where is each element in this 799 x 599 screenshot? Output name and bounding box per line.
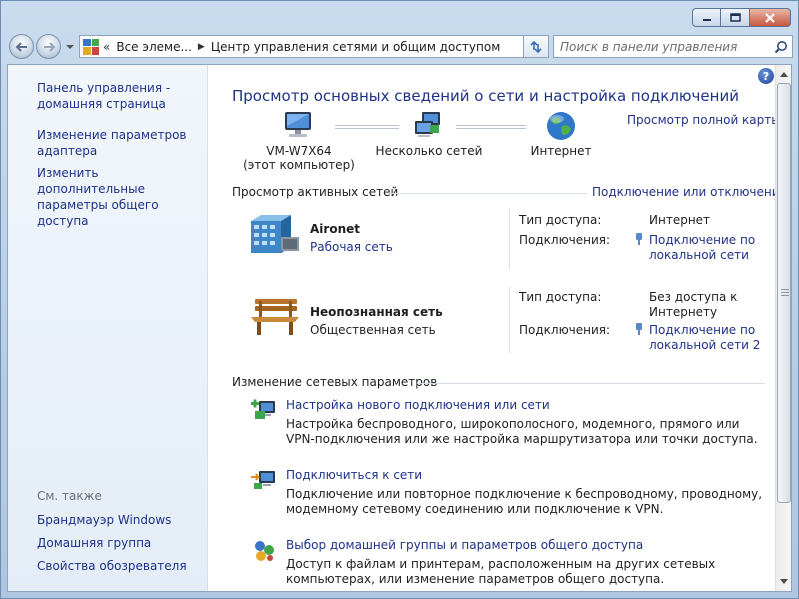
- link-windows-firewall[interactable]: Брандмауэр Windows: [37, 512, 205, 528]
- arrow-right-icon: [43, 41, 55, 52]
- new-connection-icon: [251, 399, 275, 419]
- task-setup-connection-link[interactable]: Настройка нового подключения или сети: [286, 398, 550, 412]
- arrow-up-icon: [780, 71, 788, 77]
- active-networks-header: Просмотр активных сетей: [232, 185, 399, 199]
- access-type-label: Тип доступа:: [519, 290, 602, 304]
- homegroup-sharing-icon: [255, 541, 274, 561]
- link-change-adapter-settings[interactable]: Изменение параметров адаптера: [37, 127, 205, 159]
- task-homegroup-link[interactable]: Выбор домашней группы и параметров общег…: [286, 538, 643, 552]
- forward-button[interactable]: [36, 34, 61, 59]
- close-icon: [765, 12, 775, 23]
- access-type-value: Без доступа к Интернету: [649, 290, 738, 319]
- breadcrumb-separator-icon[interactable]: ▶: [198, 42, 205, 52]
- ethernet-plug-icon: [636, 323, 642, 335]
- link-internet-options[interactable]: Свойства обозревателя: [37, 558, 205, 574]
- window: « Все элеме... ▶ Центр управления сетями…: [0, 0, 799, 599]
- change-settings-header: Изменение сетевых параметров: [232, 375, 438, 389]
- help-button[interactable]: ?: [758, 68, 774, 84]
- map-node-internet[interactable]: Интернет: [511, 110, 611, 158]
- map-node-multiple-networks[interactable]: Несколько сетей: [374, 110, 484, 158]
- arrow-left-icon: [15, 41, 27, 52]
- page-title: Просмотр основных сведений о сети и наст…: [232, 87, 739, 105]
- search-icon[interactable]: [770, 40, 792, 54]
- breadcrumb-network-center[interactable]: Центр управления сетями и общим доступом: [211, 40, 500, 54]
- internet-label: Интернет: [530, 144, 592, 158]
- arrow-down-icon: [780, 578, 788, 584]
- connect-disconnect-link[interactable]: Подключение или отключение: [592, 185, 787, 199]
- task-connect-network-link[interactable]: Подключиться к сети: [286, 468, 422, 482]
- computer-name: VM-W7X64: [266, 144, 332, 158]
- network-category: Общественная сеть: [310, 323, 436, 337]
- search-input[interactable]: [554, 39, 770, 54]
- minimize-button[interactable]: [692, 8, 721, 27]
- globe-icon: [547, 112, 575, 140]
- ethernet-plug-icon: [636, 233, 642, 245]
- network-name: Aironet: [310, 222, 360, 236]
- connect-to-network-icon: [251, 471, 275, 489]
- control-panel-icon: [83, 38, 99, 55]
- multiple-networks-label: Несколько сетей: [375, 144, 483, 158]
- back-button[interactable]: [9, 34, 34, 59]
- network-category-link[interactable]: Рабочая сеть: [310, 240, 393, 254]
- network-name: Неопознанная сеть: [310, 305, 443, 319]
- close-button[interactable]: [750, 8, 791, 27]
- scrollbar-thumb[interactable]: [777, 83, 791, 503]
- left-pane: Панель управления - домашняя страница Из…: [8, 65, 208, 591]
- network-divider: [509, 287, 510, 353]
- scroll-down-button[interactable]: [776, 573, 791, 589]
- refresh-icon: [530, 40, 542, 53]
- section-divider: [387, 193, 587, 194]
- task-setup-connection-desc: Настройка беспроводного, широкополосного…: [286, 417, 758, 446]
- breadcrumb-overflow[interactable]: «: [103, 40, 110, 54]
- minimize-icon: [702, 18, 711, 21]
- link-control-panel-home[interactable]: Панель управления - домашняя страница: [37, 80, 205, 112]
- vertical-scrollbar[interactable]: [775, 65, 791, 591]
- content-area: Панель управления - домашняя страница Из…: [7, 64, 792, 592]
- chevron-down-icon: [66, 44, 74, 49]
- bench-icon: [251, 299, 299, 335]
- network-icon: [415, 112, 440, 137]
- refresh-button[interactable]: [523, 35, 549, 58]
- link-homegroup[interactable]: Домашняя группа: [37, 535, 205, 551]
- grip-icon: [781, 289, 789, 297]
- map-node-computer[interactable]: VM-W7X64 (этот компьютер): [239, 110, 359, 172]
- computer-icon: [285, 112, 311, 137]
- building-network-icon: [251, 215, 299, 253]
- caption-buttons: [692, 8, 791, 27]
- recent-pages-dropdown[interactable]: [65, 42, 75, 52]
- maximize-icon: [729, 13, 741, 22]
- address-bar[interactable]: « Все элеме... ▶ Центр управления сетями…: [79, 35, 549, 58]
- access-type-value: Интернет: [649, 213, 711, 227]
- search-box: [553, 35, 793, 58]
- navigation-bar: « Все элеме... ▶ Центр управления сетями…: [7, 34, 793, 60]
- main-pane: ? Просмотр основных сведений о сети и на…: [209, 65, 787, 591]
- maximize-button[interactable]: [721, 8, 750, 27]
- access-type-label: Тип доступа:: [519, 213, 602, 227]
- task-homegroup-desc: Доступ к файлам и принтерам, расположенн…: [286, 557, 716, 586]
- view-full-map-link[interactable]: Просмотр полной карты: [627, 113, 781, 127]
- link-advanced-sharing-settings[interactable]: Изменить дополнительные параметры общего…: [37, 165, 205, 229]
- network-divider: [509, 208, 510, 270]
- section-divider: [417, 383, 765, 384]
- connections-label: Подключения:: [519, 233, 611, 247]
- connection-link[interactable]: Подключение по локальной сети: [649, 233, 769, 263]
- task-connect-network-desc: Подключение или повторное подключение к …: [286, 487, 763, 516]
- connections-label: Подключения:: [519, 323, 611, 337]
- computer-sub: (этот компьютер): [243, 158, 355, 172]
- scroll-up-button[interactable]: [776, 66, 791, 82]
- breadcrumb-all-items[interactable]: Все элеме...: [116, 40, 192, 54]
- connection-link[interactable]: Подключение по локальной сети 2: [649, 323, 769, 353]
- see-also-label: См. также: [37, 489, 102, 503]
